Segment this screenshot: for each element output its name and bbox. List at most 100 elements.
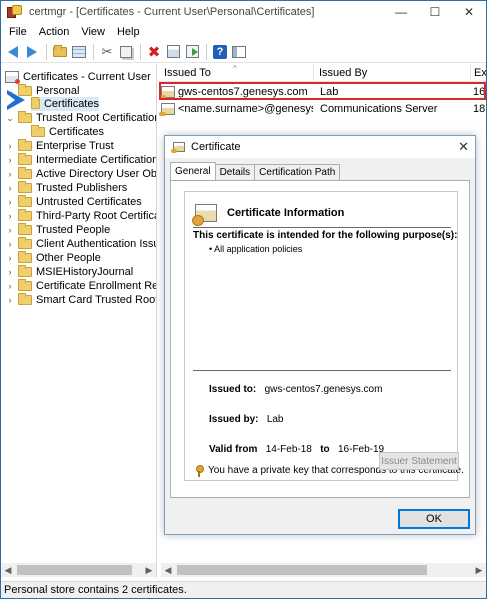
folder-icon xyxy=(18,111,32,123)
help-button[interactable]: ? xyxy=(211,43,229,61)
certificate-ribbon-icon xyxy=(192,204,217,226)
folder-icon xyxy=(31,97,40,109)
copy-button[interactable] xyxy=(117,43,135,61)
chevron-right-icon[interactable]: › xyxy=(5,295,15,305)
tree-root[interactable]: Certificates - Current User xyxy=(5,70,151,84)
tree-item-trusted-root-certificates[interactable]: Certificates xyxy=(31,125,104,139)
chevron-right-icon[interactable]: › xyxy=(5,141,15,151)
dialog-title-bar: Certificate ✕ xyxy=(165,136,475,158)
issued-by-line: Issued by: Lab xyxy=(209,414,284,425)
tree-item-enterprise-trust[interactable]: › Enterprise Trust xyxy=(5,139,114,153)
pointer-arrow-icon xyxy=(7,90,25,110)
toolbar-separator xyxy=(93,43,94,60)
delete-button[interactable]: ✖ xyxy=(145,43,163,61)
tree-item-personal-certificates[interactable]: Certificates xyxy=(31,97,99,111)
valid-to-value: 16-Feb-19 xyxy=(337,444,385,455)
chevron-right-icon[interactable]: › xyxy=(5,183,15,193)
menu-help[interactable]: Help xyxy=(111,26,146,38)
scroll-left-icon[interactable]: ◀ xyxy=(1,563,15,577)
tree-root-label: Certificates - Current User xyxy=(23,71,151,83)
chevron-right-icon[interactable]: › xyxy=(5,169,15,179)
tree-item-trusted-root[interactable]: ⌄ Trusted Root Certification Au xyxy=(5,111,156,125)
folder-icon xyxy=(18,153,32,165)
delete-icon: ✖ xyxy=(147,43,161,61)
pane-icon xyxy=(232,45,246,58)
back-button[interactable] xyxy=(4,43,22,61)
tree-horizontal-scrollbar[interactable]: ◀ ▶ xyxy=(1,563,156,577)
list-horizontal-scrollbar[interactable]: ◀ ▶ xyxy=(161,563,486,577)
menu-action[interactable]: Action xyxy=(33,26,76,38)
sort-ascending-icon: ^ xyxy=(233,64,237,73)
valid-from-value: 14-Feb-18 xyxy=(265,444,312,455)
chevron-right-icon[interactable]: › xyxy=(5,225,15,235)
folder-icon xyxy=(18,181,32,193)
tree-item-third-party-root[interactable]: › Third-Party Root Certification xyxy=(5,209,156,223)
list-header: Issued To ^ Issued By Ex xyxy=(159,64,486,82)
forward-arrow-icon xyxy=(27,45,37,58)
cut-button[interactable]: ✂ xyxy=(98,43,116,61)
properties-button[interactable] xyxy=(164,43,182,61)
scroll-right-icon[interactable]: ▶ xyxy=(142,563,156,577)
certificates-store-icon xyxy=(5,71,20,84)
chevron-right-icon[interactable]: › xyxy=(5,239,15,249)
folder-icon xyxy=(53,44,67,57)
maximize-button[interactable]: ☐ xyxy=(418,1,452,23)
tab-general[interactable]: General xyxy=(170,162,216,180)
tree-item-client-auth[interactable]: › Client Authentication Issuers xyxy=(5,237,156,251)
toolbar-separator xyxy=(46,43,47,60)
tree-item-msie-history[interactable]: › MSIEHistoryJournal xyxy=(5,265,133,279)
certificate-dialog: Certificate ✕ General Details Certificat… xyxy=(164,135,476,535)
menu-bar: File Action View Help xyxy=(1,23,486,41)
divider xyxy=(193,227,451,228)
column-issued-to[interactable]: Issued To ^ xyxy=(159,64,314,82)
general-tab-panel: Certificate Information This certificate… xyxy=(170,180,470,498)
folder-icon xyxy=(18,293,32,305)
tree-item-intermediate[interactable]: › Intermediate Certification Au xyxy=(5,153,156,167)
up-folder-button[interactable] xyxy=(51,43,69,61)
chevron-right-icon[interactable]: › xyxy=(5,155,15,165)
folder-icon xyxy=(18,209,32,221)
tree-item-smart-card[interactable]: › Smart Card Trusted Roots xyxy=(5,293,156,307)
chevron-right-icon[interactable]: › xyxy=(5,211,15,221)
tree-item-enrollment[interactable]: › Certificate Enrollment Reques xyxy=(5,279,156,293)
close-button[interactable]: ✕ xyxy=(452,1,486,23)
table-row[interactable]: <name.surname>@genesys.com Communication… xyxy=(159,101,486,116)
folder-icon xyxy=(18,279,32,291)
scrollbar-thumb[interactable] xyxy=(17,565,132,575)
tree-item-trusted-people[interactable]: › Trusted People xyxy=(5,223,110,237)
certmgr-app-icon xyxy=(7,5,23,19)
tab-certification-path[interactable]: Certification Path xyxy=(254,164,341,180)
back-arrow-icon xyxy=(8,45,18,58)
ok-button[interactable]: OK xyxy=(398,509,470,529)
certificate-info-box: Certificate Information This certificate… xyxy=(184,191,464,481)
column-expiration[interactable]: Ex xyxy=(471,64,486,82)
forward-button[interactable] xyxy=(23,43,41,61)
folder-icon xyxy=(18,195,32,207)
menu-file[interactable]: File xyxy=(3,26,33,38)
minimize-button[interactable]: — xyxy=(384,1,418,23)
toolbar-separator xyxy=(140,43,141,60)
certificate-icon xyxy=(159,102,175,116)
tree-item-trusted-publishers[interactable]: › Trusted Publishers xyxy=(5,181,127,195)
dialog-close-button[interactable]: ✕ xyxy=(458,139,469,155)
scroll-right-icon[interactable]: ▶ xyxy=(472,563,486,577)
show-hide-tree-button[interactable] xyxy=(70,43,88,61)
info-title: Certificate Information xyxy=(227,207,345,219)
chevron-right-icon[interactable]: › xyxy=(5,197,15,207)
export-button[interactable] xyxy=(183,43,201,61)
window-title: certmgr - [Certificates - Current User\P… xyxy=(29,6,315,18)
chevron-right-icon[interactable]: › xyxy=(5,267,15,277)
action-pane-button[interactable] xyxy=(230,43,248,61)
tree-item-other-people[interactable]: › Other People xyxy=(5,251,101,265)
menu-view[interactable]: View xyxy=(75,26,111,38)
chevron-right-icon[interactable]: › xyxy=(5,253,15,263)
tree-item-active-directory[interactable]: › Active Directory User Object xyxy=(5,167,156,181)
tab-details[interactable]: Details xyxy=(214,164,256,180)
tree-item-untrusted[interactable]: › Untrusted Certificates xyxy=(5,195,142,209)
chevron-down-icon[interactable]: ⌄ xyxy=(5,113,15,124)
chevron-right-icon[interactable]: › xyxy=(5,281,15,291)
issuer-statement-button[interactable]: Issuer Statement xyxy=(379,452,459,470)
scroll-left-icon[interactable]: ◀ xyxy=(161,563,175,577)
column-issued-by[interactable]: Issued By xyxy=(314,64,471,82)
scrollbar-thumb[interactable] xyxy=(177,565,427,575)
